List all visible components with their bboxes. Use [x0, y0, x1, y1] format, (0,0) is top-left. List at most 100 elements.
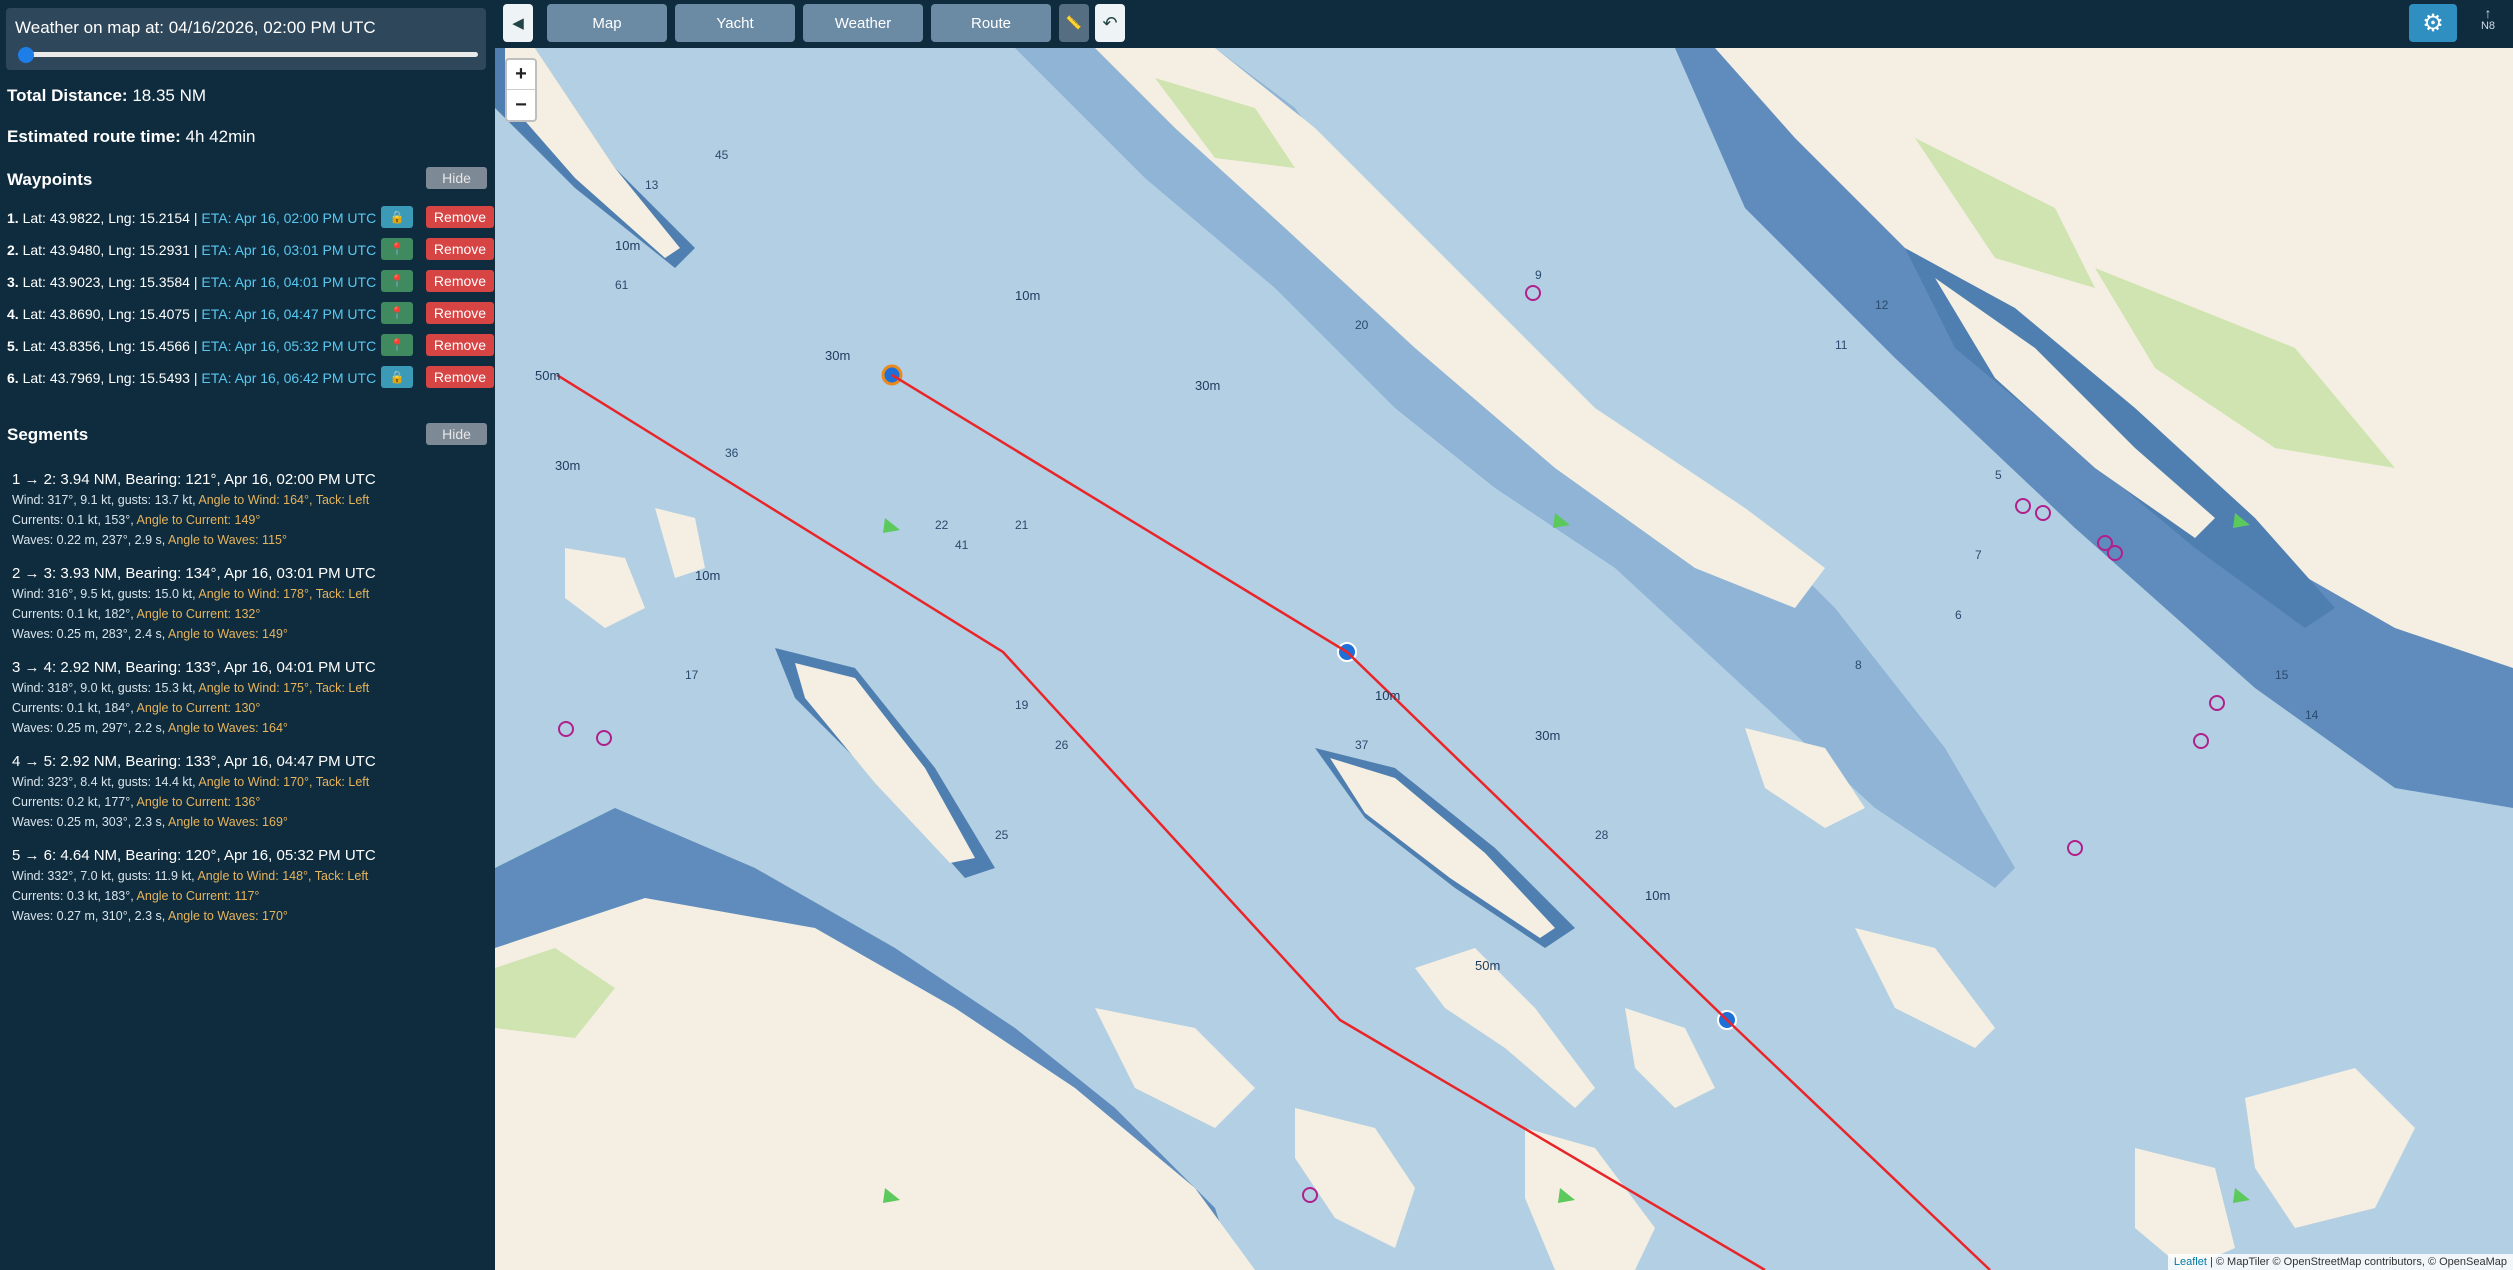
segment-wind: Wind: 318°, 9.0 kt, gusts: 15.3 kt, Angl… [12, 678, 482, 698]
depth-label: 26 [1055, 738, 1069, 752]
remove-waypoint-button[interactable]: Remove [426, 270, 494, 292]
segment-wave-angle: Angle to Waves: 149° [168, 627, 288, 641]
gear-icon[interactable]: ⚙ [2409, 4, 2457, 42]
segment-wind: Wind: 323°, 8.4 kt, gusts: 14.4 kt, Angl… [12, 772, 482, 792]
segment-currents-text: Currents: 0.2 kt, 177°, [12, 795, 134, 809]
segment-block: 1 → 2: 3.94 NM, Bearing: 121°, Apr 16, 0… [12, 470, 482, 550]
segment-wind: Wind: 316°, 9.5 kt, gusts: 15.0 kt, Angl… [12, 584, 482, 604]
remove-waypoint-button[interactable]: Remove [426, 206, 494, 228]
segment-wind-text: Wind: 317°, 9.1 kt, gusts: 13.7 kt, [12, 493, 196, 507]
waypoint-text: 6. Lat: 43.7969, Lng: 15.5493 | ETA: Apr… [7, 370, 376, 386]
pin-icon[interactable]: 📍 [381, 238, 413, 260]
waypoint-text: 1. Lat: 43.9822, Lng: 15.2154 | ETA: Apr… [7, 210, 376, 226]
ruler-icon[interactable]: 📏 [1059, 4, 1089, 42]
map-attribution: Leaflet | © MapTiler © OpenStreetMap con… [2167, 1254, 2513, 1270]
segment-currents: Currents: 0.2 kt, 177°, Angle to Current… [12, 792, 482, 812]
segment-wind-text: Wind: 316°, 9.5 kt, gusts: 15.0 kt, [12, 587, 196, 601]
remove-waypoint-button[interactable]: Remove [426, 366, 494, 388]
weather-time-slider-thumb[interactable] [18, 47, 34, 63]
pin-icon[interactable]: 📍 [381, 270, 413, 292]
segment-waves-text: Waves: 0.25 m, 283°, 2.4 s, [12, 627, 166, 641]
zoom-in-button[interactable]: + [507, 60, 535, 90]
pin-icon[interactable]: 📍 [381, 334, 413, 356]
waypoint-eta: ETA: Apr 16, 03:01 PM UTC [201, 242, 377, 258]
waypoint-eta: ETA: Apr 16, 06:42 PM UTC [201, 370, 377, 386]
segment-wind-text: Wind: 323°, 8.4 kt, gusts: 14.4 kt, [12, 775, 196, 789]
depth-label: 30m [825, 348, 851, 363]
weather-button[interactable]: Weather [803, 4, 923, 42]
waypoint-row: 1. Lat: 43.9822, Lng: 15.2154 | ETA: Apr… [7, 206, 494, 230]
segment-waves: Waves: 0.25 m, 297°, 2.2 s, Angle to Wav… [12, 718, 482, 738]
waypoint-number: 2. [7, 242, 19, 258]
segment-wave-angle: Angle to Waves: 164° [168, 721, 288, 735]
waypoints-title: Waypoints [7, 170, 93, 189]
depth-label: 10m [695, 568, 721, 583]
lock-icon[interactable]: 🔒 [381, 366, 413, 388]
weather-time-panel: Weather on map at: 04/16/2026, 02:00 PM … [6, 8, 486, 70]
remove-waypoint-button[interactable]: Remove [426, 238, 494, 260]
depth-label: 7 [1975, 548, 1982, 562]
waypoint-row: 4. Lat: 43.8690, Lng: 15.4075 | ETA: Apr… [7, 302, 494, 326]
depth-label: 9 [1535, 268, 1542, 282]
segment-waves-text: Waves: 0.27 m, 310°, 2.3 s, [12, 909, 166, 923]
remove-waypoint-button[interactable]: Remove [426, 334, 494, 356]
depth-label: 8 [1855, 658, 1862, 672]
segment-heading: 5 → 6: 4.64 NM, Bearing: 120°, Apr 16, 0… [12, 847, 376, 864]
hide-segments-button[interactable]: Hide [426, 423, 487, 445]
segment-wind-angle: Angle to Wind: 148°, [197, 869, 312, 883]
route-button[interactable]: Route [931, 4, 1051, 42]
remove-waypoint-button[interactable]: Remove [426, 302, 494, 324]
weather-time-slider[interactable] [20, 52, 478, 57]
yacht-button[interactable]: Yacht [675, 4, 795, 42]
waypoint-coords: Lat: 43.9822, Lng: 15.2154 | [22, 210, 198, 226]
segment-wind-angle: Angle to Wind: 164°, [198, 493, 313, 507]
waypoint-coords: Lat: 43.9023, Lng: 15.3584 | [22, 274, 198, 290]
waypoint-number: 3. [7, 274, 19, 290]
segment-currents-text: Currents: 0.3 kt, 183°, [12, 889, 134, 903]
depth-label: 61 [615, 278, 629, 292]
route-time: Estimated route time: 4h 42min [7, 127, 255, 147]
chart-layer [495, 48, 2513, 1270]
waypoint-text: 4. Lat: 43.8690, Lng: 15.4075 | ETA: Apr… [7, 306, 376, 322]
segment-heading: 2 → 3: 3.93 NM, Bearing: 134°, Apr 16, 0… [12, 565, 376, 582]
depth-label: 14 [2305, 708, 2319, 722]
sidebar: Weather on map at: 04/16/2026, 02:00 PM … [0, 0, 495, 1270]
segment-wind-angle: Angle to Wind: 178°, [198, 587, 313, 601]
compass-icon[interactable]: ↑ N8 [2473, 6, 2503, 40]
waypoint-number: 6. [7, 370, 19, 386]
segment-current-angle: Angle to Current: 136° [136, 795, 261, 809]
depth-label: 13 [645, 178, 659, 192]
depth-label: 17 [685, 668, 699, 682]
segment-currents: Currents: 0.1 kt, 184°, Angle to Current… [12, 698, 482, 718]
segment-currents: Currents: 0.1 kt, 182°, Angle to Current… [12, 604, 482, 624]
segment-waves-text: Waves: 0.25 m, 297°, 2.2 s, [12, 721, 166, 735]
waypoint-number: 5. [7, 338, 19, 354]
map-view[interactable]: 10m 30m 50m 10m 30m 10m 30m 10m 30m 50m 10m 13 45 61 3… [495, 48, 2513, 1270]
depth-label: 22 [935, 518, 949, 532]
zoom-out-button[interactable]: − [507, 90, 535, 120]
depth-label: 12 [1875, 298, 1889, 312]
segment-waves: Waves: 0.25 m, 303°, 2.3 s, Angle to Wav… [12, 812, 482, 832]
depth-label: 25 [995, 828, 1009, 842]
total-distance: Total Distance: 18.35 NM [7, 86, 206, 106]
pin-icon[interactable]: 📍 [381, 302, 413, 324]
collapse-sidebar-button[interactable]: ◀ [503, 4, 533, 42]
total-distance-value: 18.35 NM [132, 86, 207, 105]
depth-label: 30m [1195, 378, 1221, 393]
waypoint-eta: ETA: Apr 16, 02:00 PM UTC [201, 210, 377, 226]
map-button[interactable]: Map [547, 4, 667, 42]
hide-waypoints-button[interactable]: Hide [426, 167, 487, 189]
zoom-control: + − [505, 58, 537, 122]
waypoint-eta: ETA: Apr 16, 05:32 PM UTC [201, 338, 377, 354]
leaflet-link[interactable]: Leaflet [2174, 1256, 2207, 1268]
depth-label: 20 [1355, 318, 1369, 332]
undo-icon[interactable]: ↶ [1095, 4, 1125, 42]
segment-currents-text: Currents: 0.1 kt, 153°, [12, 513, 134, 527]
segment-currents-text: Currents: 0.1 kt, 182°, [12, 607, 134, 621]
segment-current-angle: Angle to Current: 149° [136, 513, 261, 527]
lock-icon[interactable]: 🔒 [381, 206, 413, 228]
waypoint-number: 1. [7, 210, 19, 226]
segment-currents: Currents: 0.1 kt, 153°, Angle to Current… [12, 510, 482, 530]
waypoint-row: 2. Lat: 43.9480, Lng: 15.2931 | ETA: Apr… [7, 238, 494, 262]
compass-label: N8 [2480, 20, 2496, 32]
